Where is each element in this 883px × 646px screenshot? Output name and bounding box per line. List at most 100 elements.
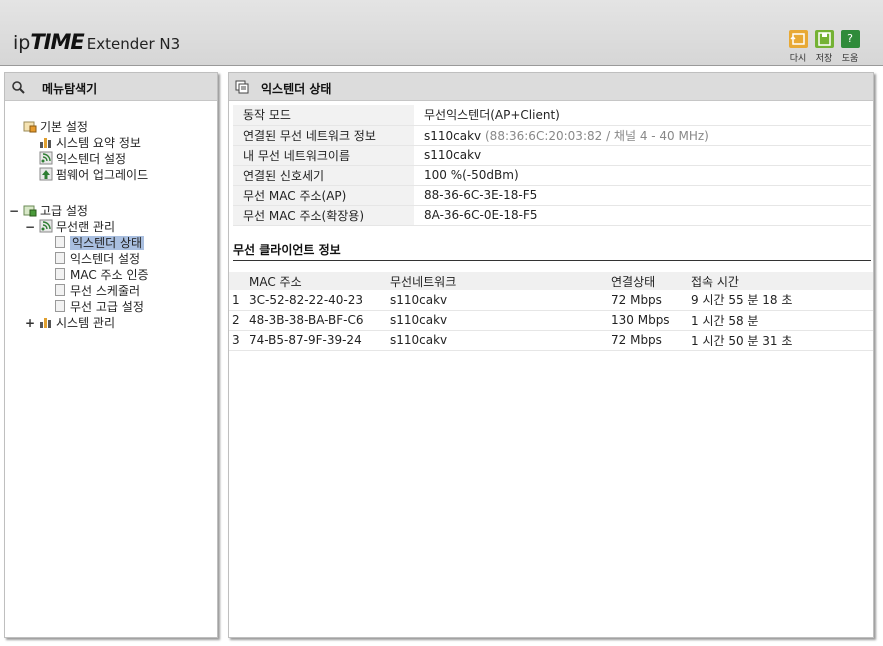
client-time: 1 시간 58 분 [691,310,873,331]
iptime-logo: ipTIME Extender N3 [13,30,180,54]
status-value-text: 8A-36-6C-0E-18-F5 [424,208,538,222]
status-row-my-network-name: 내 무선 네트워크이름 s110cakv [233,145,871,166]
status-table: 동작 모드 무선익스텐더(AP+Client) 연결된 무선 네트워크 정보 s… [233,105,871,226]
page-icon [55,236,65,248]
client-time: 9 시간 55 분 18 초 [691,290,873,311]
save-label: 저장 [815,54,833,64]
status-value: 100 %(-50dBm) [414,165,871,186]
col-status-header: 연결상태 [611,272,691,290]
clients-header-row: MAC 주소 무선네트워크 연결상태 접속 시간 [229,272,873,290]
logo-model: Extender N3 [86,35,181,53]
client-mac: 3C-52-82-22-40-23 [249,290,390,311]
save-icon [814,30,834,48]
reload-label: 다시 [789,54,807,64]
tree-item-label: 시스템 요약 정보 [56,136,141,150]
client-index: 2 [229,310,249,331]
tree-group-advanced-settings[interactable]: − 고급 설정 [9,203,88,219]
save-button[interactable]: 저장 [813,30,835,64]
client-mac: 74-B5-87-9F-39-24 [249,330,390,351]
bar-chart-icon [40,138,51,148]
table-row: 3 74-B5-87-9F-39-24 s110cakv 72 Mbps 1 시… [229,330,873,351]
client-network: s110cakv [390,310,611,331]
reload-button[interactable]: 다시 [787,30,809,64]
tree-item-firmware-upgrade[interactable]: 펌웨어 업그레이드 [39,167,148,183]
tree-item-wireless-scheduler[interactable]: 무선 스케줄러 [55,283,140,299]
logo-ip: ip [13,32,31,54]
question-mark-icon: ? [840,30,860,48]
status-value-text: 100 %(-50dBm) [424,168,519,182]
status-label: 무선 MAC 주소(확장용) [233,205,414,226]
extender-status-panel: 익스텐더 상태 동작 모드 무선익스텐더(AP+Client) 연결된 무선 네… [228,72,874,638]
logo-time: TIME [30,30,84,54]
tree-item-label: 익스텐더 설정 [56,152,127,166]
collapse-toggle[interactable]: − [25,219,35,235]
status-row-mac-ap: 무선 MAC 주소(AP) 88-36-6C-3E-18-F5 [233,185,871,206]
status-value-text: 88-36-6C-3E-18-F5 [424,188,538,202]
page-icon [55,300,65,312]
status-row-signal-strength: 연결된 신호세기 100 %(-50dBm) [233,165,871,186]
status-value: 8A-36-6C-0E-18-F5 [414,205,871,226]
client-network: s110cakv [390,330,611,351]
status-value-text: s110cakv [424,128,482,143]
tree-group-label: 기본 설정 [40,120,88,134]
status-row-mode: 동작 모드 무선익스텐더(AP+Client) [233,105,871,126]
collapse-toggle[interactable]: − [9,203,19,219]
tree-subgroup-label: 무선랜 관리 [56,220,116,234]
tree-item-extender-settings[interactable]: 익스텐더 설정 [39,151,126,167]
status-row-mac-extender: 무선 MAC 주소(확장용) 8A-36-6C-0E-18-F5 [233,205,871,226]
client-index: 1 [229,290,249,311]
page-icon [55,252,65,264]
menu-explorer-header: 메뉴탐색기 [5,73,217,101]
page-icon [55,268,65,280]
status-row-connected-network: 연결된 무선 네트워크 정보 s110cakv (88:36:6C:20:03:… [233,125,871,146]
upgrade-arrow-icon [39,167,53,181]
col-time-header: 접속 시간 [691,272,873,290]
top-header: ipTIME Extender N3 다시 저장 ? 도움 [0,0,883,66]
tree-item-extender-settings-adv[interactable]: 익스텐더 설정 [55,251,140,267]
folder-settings-icon [23,205,37,217]
status-label: 무선 MAC 주소(AP) [233,185,414,206]
client-status: 130 Mbps [611,310,691,331]
tree-item-label: 무선 고급 설정 [70,300,144,314]
bar-chart-icon [40,318,51,328]
tree-subgroup-system-management[interactable]: + 시스템 관리 [25,315,116,331]
tree-item-mac-auth[interactable]: MAC 주소 인증 [55,267,149,283]
magnifier-icon [12,81,25,94]
clients-section-title: 무선 클라이언트 정보 [233,241,871,261]
clients-table: MAC 주소 무선네트워크 연결상태 접속 시간 1 3C-52-82-22-4… [229,272,873,351]
client-index: 3 [229,330,249,351]
status-value: 88-36-6C-3E-18-F5 [414,185,871,206]
tree-item-wireless-advanced[interactable]: 무선 고급 설정 [55,299,144,315]
tree-item-label: 펌웨어 업그레이드 [56,168,149,182]
tree-subgroup-wireless-lan[interactable]: − 무선랜 관리 [25,219,116,235]
page-icon [55,284,65,296]
extender-status-header: 익스텐더 상태 [229,73,873,101]
client-mac: 48-3B-38-BA-BF-C6 [249,310,390,331]
window-icon [235,80,249,94]
status-value-extra: (88:36:6C:20:03:82 / 채널 4 - 40 MHz) [485,128,709,143]
status-label: 연결된 무선 네트워크 정보 [233,125,414,146]
tree-group-label: 고급 설정 [40,204,88,218]
expand-toggle[interactable]: + [25,315,35,331]
tree-group-basic-settings[interactable]: 기본 설정 [23,119,88,135]
menu-explorer-title: 메뉴탐색기 [42,82,98,96]
client-time: 1 시간 50 분 31 초 [691,330,873,351]
reload-icon [788,30,808,48]
tree-subgroup-label: 시스템 관리 [56,316,116,330]
folder-settings-icon [23,121,37,133]
status-label: 동작 모드 [233,105,414,126]
help-button[interactable]: ? 도움 [839,30,861,64]
tree-item-label-selected: 익스텐더 상태 [70,236,145,250]
status-value: 무선익스텐더(AP+Client) [414,105,871,126]
tree-item-extender-status[interactable]: 익스텐더 상태 [55,235,145,251]
status-label: 연결된 신호세기 [233,165,414,186]
tree-item-system-summary[interactable]: 시스템 요약 정보 [39,135,141,151]
wireless-signal-icon [39,219,53,233]
col-index-header [229,272,249,290]
table-row: 1 3C-52-82-22-40-23 s110cakv 72 Mbps 9 시… [229,290,873,311]
extender-status-title: 익스텐더 상태 [261,82,332,96]
tree-item-label: 익스텐더 설정 [70,252,141,266]
col-mac-header: MAC 주소 [249,272,390,290]
table-row: 2 48-3B-38-BA-BF-C6 s110cakv 130 Mbps 1 … [229,310,873,331]
client-status: 72 Mbps [611,290,691,311]
